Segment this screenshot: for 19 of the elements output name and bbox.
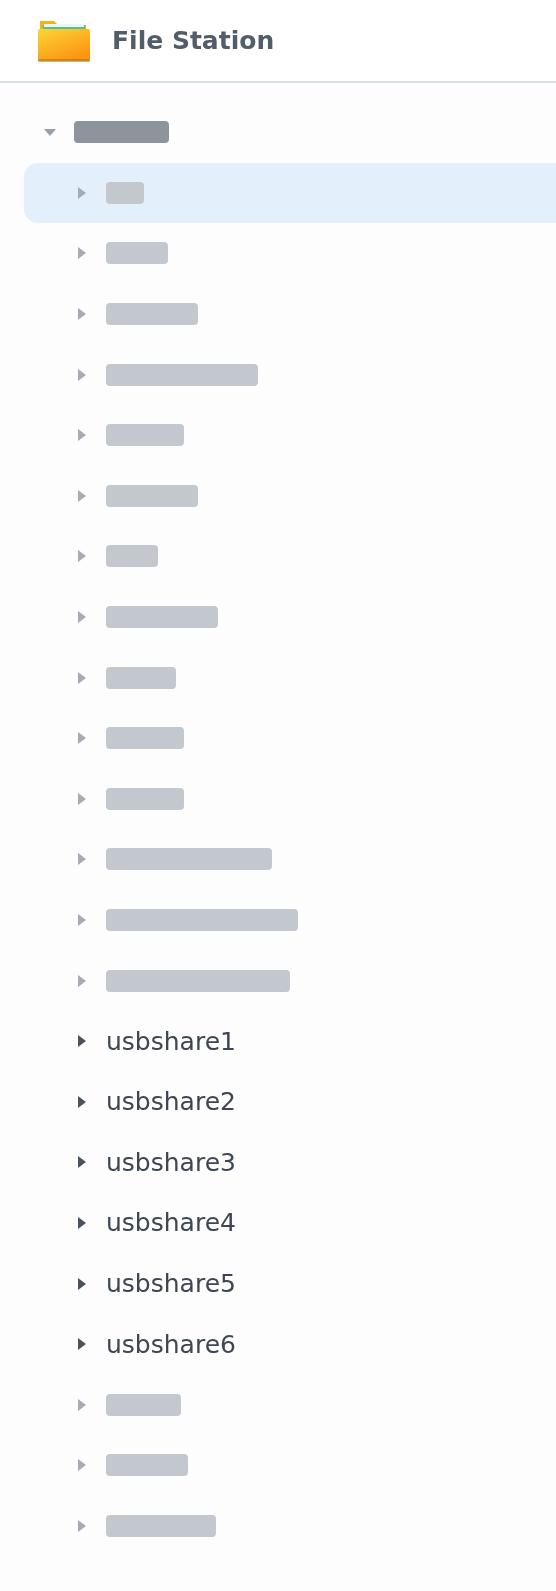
redacted-label [106,242,168,265]
folder-item[interactable]: usbshare3 [24,1132,556,1193]
redacted-label [106,545,158,568]
caret-right-icon[interactable] [76,1155,88,1170]
folder-item[interactable]: usbshare5 [24,1253,556,1314]
folder-item[interactable] [24,162,556,224]
folder-item[interactable]: usbshare1 [24,1010,556,1072]
redacted-label [106,181,144,204]
caret-right-icon[interactable] [76,1094,88,1109]
folder-item[interactable]: usbshare4 [24,1192,556,1254]
folder-icon [38,18,90,63]
app-title: File Station [112,26,275,55]
redacted-label [106,666,176,689]
caret-right-icon[interactable] [76,1216,88,1230]
caret-right-icon[interactable] [76,1337,88,1352]
folder-item[interactable]: usbshare2 [24,1071,556,1133]
caret-right-icon[interactable] [76,1034,88,1049]
folder-item[interactable]: usbshare6 [24,1313,556,1375]
caret-right-icon[interactable] [76,1276,88,1291]
